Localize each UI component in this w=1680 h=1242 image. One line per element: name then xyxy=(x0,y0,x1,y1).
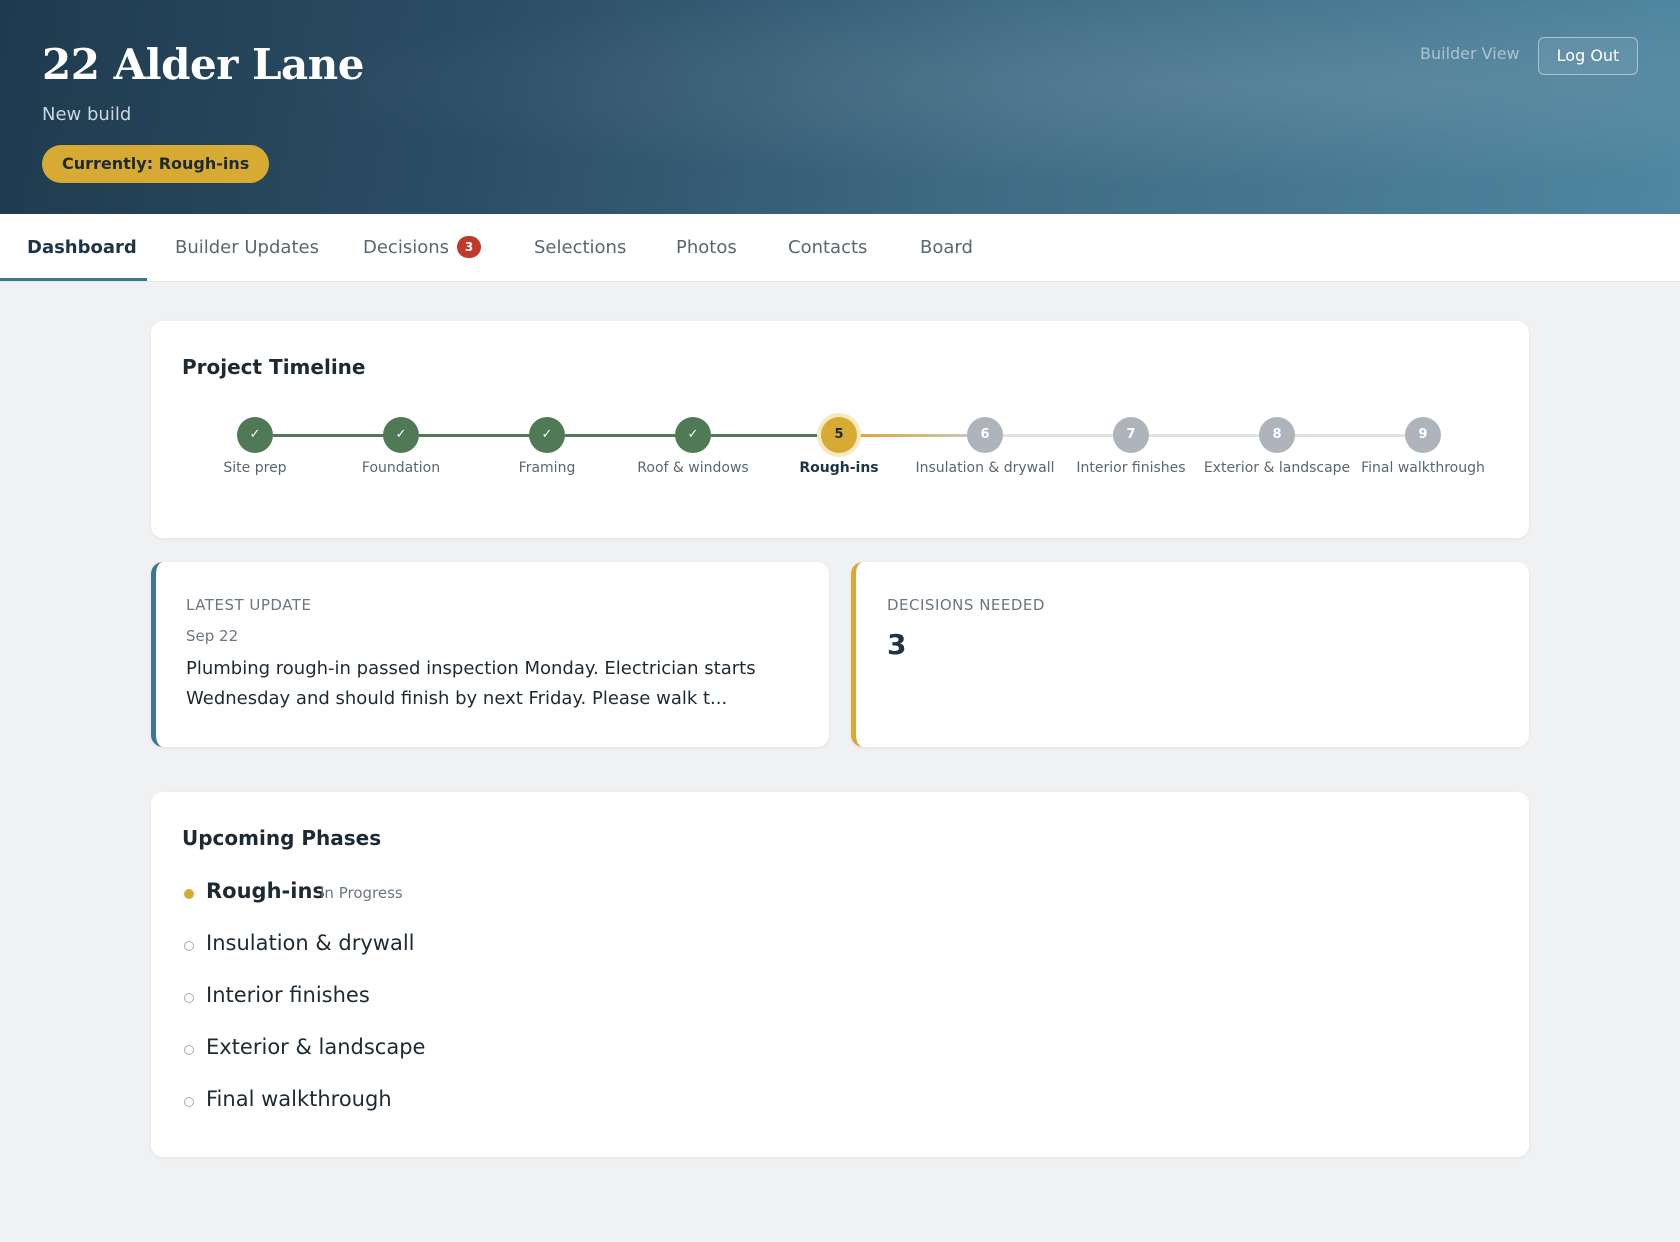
timeline-step-marker: 7 xyxy=(1113,417,1149,453)
phase-name: Insulation & drywall xyxy=(206,931,415,955)
tab-board[interactable]: Board xyxy=(920,214,973,282)
pending-phase-dot xyxy=(184,1045,194,1055)
timeline-step-label: Framing xyxy=(518,460,576,476)
latest-update-heading: LATEST UPDATE xyxy=(186,596,312,614)
timeline-step-marker-current: 5 xyxy=(821,417,857,453)
timeline-step-label: Interior finishes xyxy=(1076,460,1186,476)
pending-phase-dot xyxy=(184,941,194,951)
decisions-heading: DECISIONS NEEDED xyxy=(887,596,1045,614)
latest-update-excerpt: Plumbing rough-in passed inspection Mond… xyxy=(186,658,756,709)
pending-phase-dot xyxy=(184,1097,194,1107)
tab-decisions[interactable]: Decisions 3 xyxy=(363,214,482,282)
phase-status: In Progress xyxy=(320,884,403,902)
timeline-connector xyxy=(419,434,547,437)
timeline-title: Project Timeline xyxy=(182,355,366,379)
tab-selections[interactable]: Selections xyxy=(534,214,626,282)
timeline-step-label-current: Rough-ins xyxy=(799,460,879,476)
timeline-connector xyxy=(1003,434,1131,437)
view-mode-label: Builder View xyxy=(1420,44,1520,63)
project-subtitle: New build xyxy=(42,104,132,125)
decisions-count-badge: 3 xyxy=(457,236,482,258)
pending-phase-dot xyxy=(184,993,194,1003)
latest-update-date: Sep 22 xyxy=(186,627,239,645)
timeline-step-marker: ✓ xyxy=(675,417,711,453)
decisions-count: 3 xyxy=(887,628,907,661)
tab-bar: Dashboard Builder Updates Decisions 3 Sel… xyxy=(0,214,1680,282)
timeline-connector xyxy=(857,434,985,437)
timeline-step-label: Final walkthrough xyxy=(1361,460,1485,476)
timeline-step-marker: 8 xyxy=(1259,417,1295,453)
tab-builder-updates[interactable]: Builder Updates xyxy=(175,214,319,282)
timeline-step-marker: ✓ xyxy=(237,417,273,453)
timeline-connector xyxy=(1295,434,1423,437)
tab-dashboard[interactable]: Dashboard xyxy=(27,214,137,282)
timeline-step-marker: 6 xyxy=(967,417,1003,453)
tab-decisions-label: Decisions xyxy=(363,237,450,258)
timeline-connector xyxy=(565,434,693,437)
tab-photos[interactable]: Photos xyxy=(676,214,737,282)
upcoming-phases-title: Upcoming Phases xyxy=(182,826,382,850)
timeline-step-marker: 9 xyxy=(1405,417,1441,453)
timeline-connector xyxy=(711,434,839,437)
phase-name: Rough-ins xyxy=(206,879,325,903)
phase-name: Interior finishes xyxy=(206,983,370,1007)
active-tab-indicator xyxy=(0,278,147,281)
logout-button[interactable]: Log Out xyxy=(1538,37,1638,75)
page-title: 22 Alder Lane xyxy=(42,40,364,89)
current-phase-badge: Currently: Rough-ins xyxy=(42,145,270,183)
tab-contacts[interactable]: Contacts xyxy=(788,214,867,282)
phase-name: Exterior & landscape xyxy=(206,1035,426,1059)
current-phase-dot xyxy=(184,889,194,899)
timeline-step-label: Foundation xyxy=(361,460,441,476)
timeline-step-marker: ✓ xyxy=(529,417,565,453)
phase-name: Final walkthrough xyxy=(206,1087,392,1111)
decisions-card[interactable] xyxy=(851,562,1529,747)
timeline-step-label: Site prep xyxy=(223,460,287,476)
project-header: 22 Alder Lane New build Currently: Rough… xyxy=(0,0,1680,214)
timeline-step-label: Insulation & drywall xyxy=(915,460,1055,476)
timeline-connector xyxy=(1149,434,1277,437)
timeline-step-label: Exterior & landscape xyxy=(1203,460,1351,476)
timeline-step-label: Roof & windows xyxy=(637,460,749,476)
timeline-step-marker: ✓ xyxy=(383,417,419,453)
timeline-connector xyxy=(273,434,401,437)
